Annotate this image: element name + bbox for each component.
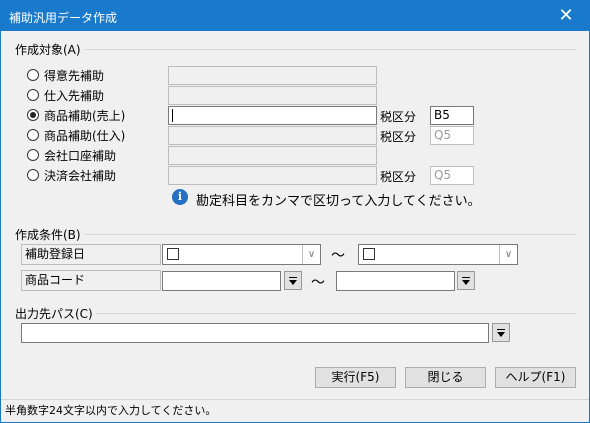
tax-field-product-purchase: Q5 bbox=[430, 126, 474, 145]
condition-group-line bbox=[15, 234, 575, 235]
radio-button-selected-icon[interactable] bbox=[27, 109, 39, 121]
lookup-icon bbox=[289, 277, 297, 278]
close-button[interactable]: ✕ bbox=[543, 1, 589, 31]
status-bar: 半角数字24文字以内で入力してください。 bbox=[1, 399, 589, 422]
chevron-down-icon[interactable]: ∨ bbox=[302, 245, 320, 264]
radio-settlement-company[interactable]: 決済会社補助 bbox=[27, 166, 116, 184]
tax-field-product-sales[interactable]: B5 bbox=[430, 106, 474, 125]
target-group-line bbox=[15, 49, 575, 50]
dialog-window: 補助汎用データ作成 ✕ 作成対象(A) 得意先補助 仕入先補助 商品補助(売上)… bbox=[0, 0, 590, 423]
info-icon: i bbox=[172, 189, 188, 205]
account-field-product-sales[interactable] bbox=[168, 106, 377, 125]
account-field-customer bbox=[168, 66, 377, 85]
window-title: 補助汎用データ作成 bbox=[9, 11, 118, 25]
radio-label: 決済会社補助 bbox=[44, 168, 117, 183]
radio-supplier-sub[interactable]: 仕入先補助 bbox=[27, 86, 104, 104]
account-field-product-purchase bbox=[168, 126, 377, 145]
target-group-label: 作成対象(A) bbox=[15, 41, 85, 58]
close-dialog-button[interactable]: 閉じる bbox=[405, 367, 486, 388]
product-code-label: 商品コード bbox=[21, 270, 161, 291]
info-text: 勘定科目をカンマで区切って入力してください。 bbox=[196, 194, 481, 209]
radio-button-icon[interactable] bbox=[27, 129, 39, 141]
radio-button-icon[interactable] bbox=[27, 89, 39, 101]
tax-field-settlement: Q5 bbox=[430, 166, 474, 185]
radio-button-icon[interactable] bbox=[27, 149, 39, 161]
date-to-checkbox[interactable] bbox=[363, 248, 375, 260]
tax-label: 税区分 bbox=[380, 110, 417, 124]
dropdown-arrow-icon bbox=[289, 280, 297, 285]
output-path-browse-button[interactable] bbox=[492, 323, 510, 342]
product-code-from-input[interactable] bbox=[162, 271, 281, 291]
chevron-down-icon[interactable]: ∨ bbox=[499, 245, 517, 264]
radio-company-account[interactable]: 会社口座補助 bbox=[27, 146, 116, 164]
range-separator: ～ bbox=[311, 275, 325, 291]
output-group-line bbox=[15, 313, 575, 314]
radio-button-icon[interactable] bbox=[27, 169, 39, 181]
range-separator: ～ bbox=[331, 248, 345, 264]
dropdown-arrow-icon bbox=[462, 280, 470, 285]
lookup-icon bbox=[462, 277, 470, 278]
output-group-label: 出力先パス(C) bbox=[15, 305, 97, 322]
radio-product-sales[interactable]: 商品補助(売上) bbox=[27, 106, 125, 124]
radio-label: 会社口座補助 bbox=[44, 148, 117, 163]
radio-label: 得意先補助 bbox=[44, 68, 105, 83]
product-code-to-input[interactable] bbox=[336, 271, 455, 291]
browse-icon bbox=[497, 329, 505, 330]
date-from-checkbox[interactable] bbox=[167, 248, 179, 260]
account-field-company-account bbox=[168, 146, 377, 165]
date-to-picker[interactable]: ∨ bbox=[358, 244, 518, 265]
product-code-to-lookup-button[interactable] bbox=[457, 271, 475, 290]
output-path-input[interactable] bbox=[21, 323, 489, 343]
help-button[interactable]: ヘルプ(F1) bbox=[495, 367, 576, 388]
radio-label: 仕入先補助 bbox=[44, 88, 105, 103]
condition-group-label: 作成条件(B) bbox=[15, 226, 85, 243]
product-code-from-lookup-button[interactable] bbox=[284, 271, 302, 290]
radio-customer-sub[interactable]: 得意先補助 bbox=[27, 66, 104, 84]
radio-label: 商品補助(仕入) bbox=[44, 128, 126, 143]
account-field-settlement bbox=[168, 166, 377, 185]
tax-label: 税区分 bbox=[380, 170, 417, 184]
account-field-supplier bbox=[168, 86, 377, 105]
dropdown-arrow-icon bbox=[497, 332, 505, 337]
run-button[interactable]: 実行(F5) bbox=[315, 367, 396, 388]
tax-label: 税区分 bbox=[380, 130, 417, 144]
radio-product-purchase[interactable]: 商品補助(仕入) bbox=[27, 126, 125, 144]
radio-label: 商品補助(売上) bbox=[44, 108, 126, 123]
radio-button-icon[interactable] bbox=[27, 69, 39, 81]
date-from-picker[interactable]: ∨ bbox=[162, 244, 321, 265]
title-bar: 補助汎用データ作成 ✕ bbox=[1, 1, 589, 31]
date-label: 補助登録日 bbox=[21, 244, 161, 265]
text-caret bbox=[172, 109, 173, 122]
